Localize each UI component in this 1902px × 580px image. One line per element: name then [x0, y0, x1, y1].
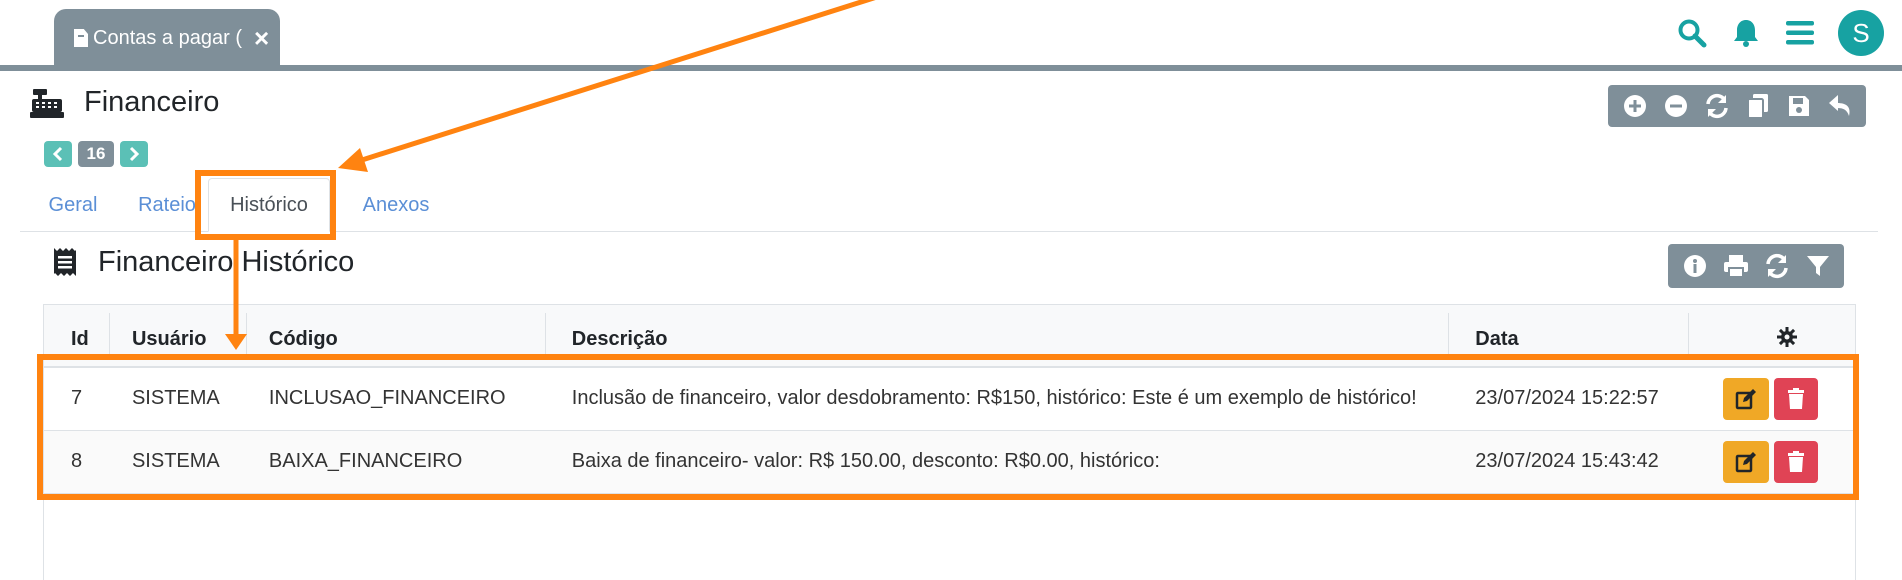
section-title: Financeiro Histórico [98, 246, 355, 278]
document-tab-label: Contas a pagar ( [93, 26, 242, 49]
page-title: Financeiro [84, 86, 220, 118]
cell-id: 8 [44, 430, 110, 494]
delete-button[interactable] [1774, 440, 1819, 483]
chevron-left-icon[interactable] [44, 141, 72, 167]
cell-id: 7 [44, 367, 110, 431]
minus-circle-icon[interactable] [1660, 90, 1692, 122]
cell-usuario: SISTEMA [109, 430, 247, 494]
top-icons: S [1676, 10, 1884, 56]
page-number: 16 [78, 141, 114, 167]
filter-icon[interactable] [1802, 250, 1834, 282]
cell-data: 23/07/2024 15:43:42 [1449, 430, 1690, 494]
page-header: Financeiro [30, 86, 219, 119]
trash-icon [1788, 450, 1805, 472]
search-icon[interactable] [1676, 17, 1708, 49]
record-toolbar [1608, 85, 1866, 127]
tab-rateio[interactable]: Rateio [124, 178, 210, 232]
edit-button[interactable] [1723, 377, 1770, 420]
trash-icon [1788, 387, 1805, 409]
column-header-data[interactable]: Data [1449, 305, 1690, 368]
cell-descricao: Baixa de financeiro- valor: R$ 150.00, d… [545, 430, 1450, 494]
menu-icon[interactable] [1784, 17, 1816, 49]
cell-descricao: Inclusão de financeiro, valor desdobrame… [545, 367, 1450, 431]
column-settings[interactable] [1689, 305, 1855, 368]
tab-historico[interactable]: Histórico [208, 178, 330, 232]
cell-codigo: INCLUSAO_FINANCEIRO [246, 367, 546, 431]
cell-actions [1689, 367, 1855, 431]
undo-icon[interactable] [1824, 90, 1856, 122]
print-icon[interactable] [1720, 250, 1752, 282]
cell-usuario: SISTEMA [109, 367, 247, 431]
receipt-icon [54, 247, 76, 276]
column-header-codigo[interactable]: Código [246, 305, 546, 368]
tab-geral[interactable]: Geral [34, 178, 112, 232]
record-pager: 16 [44, 141, 148, 167]
cell-data: 23/07/2024 15:22:57 [1449, 367, 1690, 431]
column-header-descricao[interactable]: Descrição [545, 305, 1450, 368]
cell-codigo: BAIXA_FINANCEIRO [246, 430, 546, 494]
edit-button[interactable] [1723, 440, 1770, 483]
history-toolbar [1668, 244, 1844, 288]
history-table: Id Usuário Código Descrição Data 7 SISTE… [43, 304, 1856, 580]
column-header-usuario[interactable]: Usuário [109, 305, 247, 368]
table-header-row: Id Usuário Código Descrição Data [44, 305, 1855, 368]
cash-register-icon [30, 88, 64, 118]
file-icon [74, 29, 88, 47]
chevron-right-icon[interactable] [120, 141, 148, 167]
edit-icon [1735, 388, 1757, 409]
top-bar-divider [0, 65, 1902, 71]
column-header-id[interactable]: Id [44, 305, 110, 368]
bell-icon[interactable] [1730, 17, 1762, 49]
gear-icon[interactable] [1777, 326, 1798, 347]
document-tab[interactable]: Contas a pagar ( × [54, 9, 280, 67]
edit-icon [1735, 451, 1757, 472]
delete-button[interactable] [1774, 377, 1819, 420]
info-icon[interactable] [1679, 250, 1711, 282]
user-avatar[interactable]: S [1838, 10, 1884, 56]
table-row[interactable]: 8 SISTEMA BAIXA_FINANCEIRO Baixa de fina… [44, 430, 1855, 494]
section-header: Financeiro Histórico [52, 246, 354, 279]
copy-icon[interactable] [1742, 90, 1774, 122]
cell-actions [1689, 430, 1855, 494]
plus-circle-icon[interactable] [1619, 90, 1651, 122]
close-icon[interactable]: × [254, 25, 269, 51]
table-row[interactable]: 7 SISTEMA INCLUSAO_FINANCEIRO Inclusão d… [44, 367, 1855, 431]
tab-bar: Geral Rateio Histórico Anexos [20, 178, 1878, 232]
sync-icon[interactable] [1761, 250, 1793, 282]
save-icon[interactable] [1783, 90, 1815, 122]
tab-anexos[interactable]: Anexos [342, 178, 450, 232]
sync-icon[interactable] [1701, 90, 1733, 122]
top-bar: Contas a pagar ( × S [0, 0, 1902, 71]
